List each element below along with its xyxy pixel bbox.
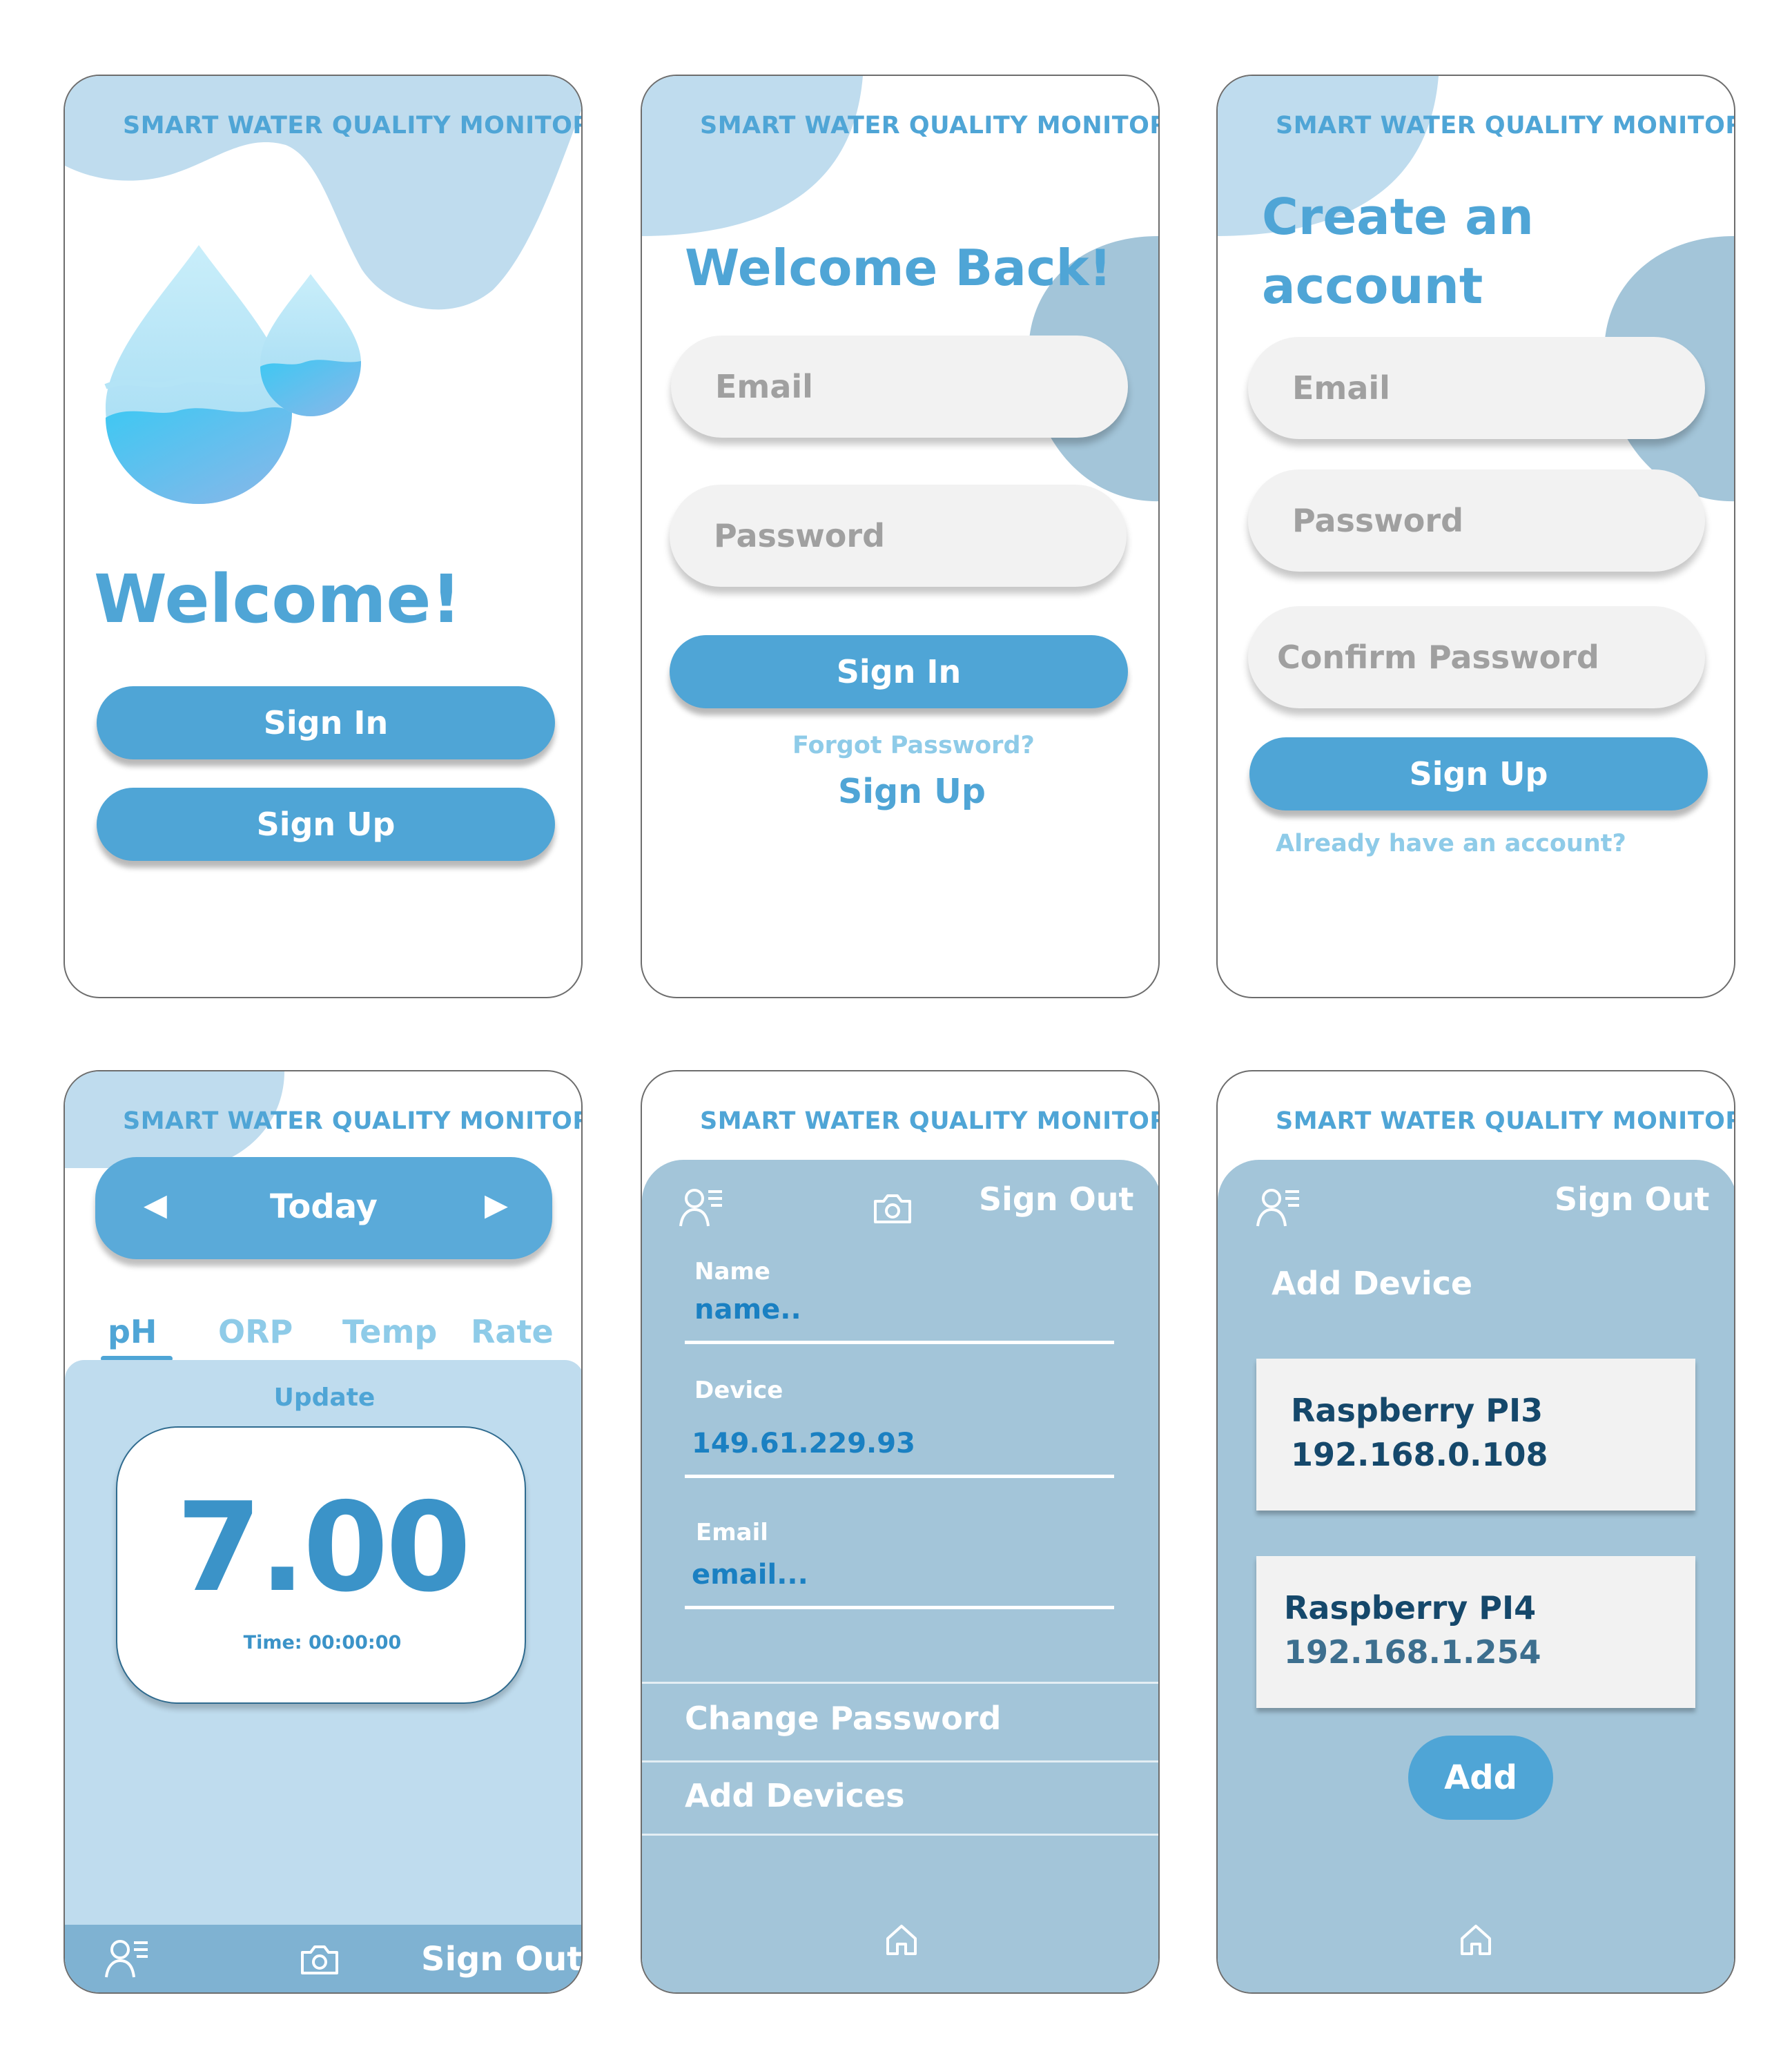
profile-panel: Sign Out Name name.. Device 149.61.229.9… <box>642 1160 1158 1992</box>
name-input[interactable]: name.. <box>694 1294 801 1325</box>
tab-orp[interactable]: ORP <box>218 1313 293 1350</box>
sign-out-button[interactable]: Sign Out <box>979 1181 1133 1218</box>
reading-panel: Update 7.00 Time: 00:00:00 <box>65 1360 581 1992</box>
menu-divider <box>642 1834 1158 1836</box>
bottom-bar: Sign Out <box>65 1925 581 1992</box>
date-selector: ◀ Today ▶ <box>95 1157 552 1259</box>
app-brand-title: SMART WATER QUALITY MONITOR <box>700 112 1160 139</box>
user-list-icon[interactable] <box>679 1186 725 1229</box>
device-ip: 192.168.0.108 <box>1291 1436 1548 1473</box>
app-brand-title: SMART WATER QUALITY MONITOR <box>700 1107 1160 1135</box>
user-list-icon[interactable] <box>105 1937 150 1980</box>
profile-screen: SMART WATER QUALITY MONITOR Sign Out Nam… <box>641 1070 1160 1994</box>
sign-in-button[interactable]: Sign In <box>97 686 555 759</box>
email-input[interactable] <box>1292 369 1705 407</box>
email-input[interactable]: email... <box>692 1559 808 1591</box>
name-label: Name <box>694 1258 770 1285</box>
welcome-screen: SMART WATER QUALITY MONITOR Welcome! Sig… <box>64 75 583 998</box>
devices-screen: SMART WATER QUALITY MONITOR Sign Out Add… <box>1216 1070 1735 1994</box>
app-brand-title: SMART WATER QUALITY MONITOR <box>123 1107 583 1135</box>
email-label: Email <box>696 1519 768 1546</box>
device-label: Device <box>694 1377 783 1404</box>
app-brand-title: SMART WATER QUALITY MONITOR <box>1276 112 1735 139</box>
tab-ph[interactable]: pH <box>108 1313 157 1350</box>
device-card[interactable]: Raspberry PI4 192.168.1.254 <box>1256 1556 1695 1708</box>
device-input[interactable]: 149.61.229.93 <box>692 1428 915 1459</box>
create-account-heading: Create an account <box>1262 182 1534 320</box>
device-name: Raspberry PI4 <box>1284 1589 1537 1626</box>
device-name: Raspberry PI3 <box>1291 1392 1543 1429</box>
ph-reading-value: 7.00 <box>176 1476 471 1619</box>
password-field[interactable] <box>670 485 1127 587</box>
add-devices-link[interactable]: Add Devices <box>685 1777 904 1814</box>
heading-line-2: account <box>1262 257 1483 315</box>
change-password-link[interactable]: Change Password <box>685 1700 1001 1737</box>
password-field[interactable] <box>1248 469 1705 572</box>
user-list-icon[interactable] <box>1256 1186 1302 1229</box>
heading-line-1: Create an <box>1262 188 1534 246</box>
update-button[interactable]: Update <box>65 1383 581 1412</box>
device-ip: 192.168.1.254 <box>1284 1633 1541 1671</box>
welcome-heading: Welcome! <box>94 561 462 638</box>
sign-out-button[interactable]: Sign Out <box>421 1940 581 1979</box>
sign-up-button[interactable]: Sign Up <box>97 788 555 861</box>
add-device-heading: Add Device <box>1272 1265 1473 1302</box>
tab-rate[interactable]: Rate <box>471 1313 554 1350</box>
camera-icon[interactable] <box>300 1943 340 1976</box>
reading-time: Time: 00:00:00 <box>243 1632 402 1653</box>
dashboard-screen: SMART WATER QUALITY MONITOR ◀ Today ▶ pH… <box>64 1070 583 1994</box>
app-brand-title: SMART WATER QUALITY MONITOR <box>1276 1107 1735 1135</box>
email-field[interactable] <box>671 336 1128 438</box>
confirm-password-input[interactable] <box>1277 639 1705 676</box>
reading-card: 7.00 Time: 00:00:00 <box>116 1426 526 1704</box>
devices-panel: Sign Out Add Device Raspberry PI3 192.16… <box>1218 1160 1734 1992</box>
welcome-back-heading: Welcome Back! <box>685 239 1112 297</box>
tab-temp[interactable]: Temp <box>342 1313 437 1350</box>
home-icon[interactable] <box>884 1922 919 1958</box>
already-have-account-link[interactable]: Already have an account? <box>1276 830 1626 857</box>
email-input[interactable] <box>715 368 1128 405</box>
name-underline <box>685 1341 1114 1344</box>
add-button[interactable]: Add <box>1408 1736 1553 1820</box>
sign-up-link[interactable]: Sign Up <box>838 772 986 811</box>
menu-divider <box>642 1682 1158 1684</box>
sign-in-button[interactable]: Sign In <box>670 635 1128 708</box>
device-underline <box>685 1475 1114 1478</box>
confirm-password-field[interactable] <box>1248 606 1705 708</box>
password-input[interactable] <box>1292 502 1705 539</box>
signin-screen: SMART WATER QUALITY MONITOR Welcome Back… <box>641 75 1160 998</box>
home-icon[interactable] <box>1458 1922 1494 1958</box>
device-card[interactable]: Raspberry PI3 192.168.0.108 <box>1256 1359 1695 1511</box>
forgot-password-link[interactable]: Forgot Password? <box>792 732 1035 759</box>
date-label: Today <box>270 1187 378 1226</box>
water-drops-icon <box>104 245 361 504</box>
password-input[interactable] <box>714 517 1127 554</box>
email-field[interactable] <box>1248 337 1705 439</box>
email-underline <box>685 1606 1114 1609</box>
next-day-icon[interactable]: ▶ <box>485 1187 508 1223</box>
sign-up-button[interactable]: Sign Up <box>1249 737 1708 810</box>
camera-icon[interactable] <box>873 1192 913 1225</box>
app-brand-title: SMART WATER QUALITY MONITOR <box>123 112 583 139</box>
menu-divider <box>642 1760 1158 1762</box>
signup-screen: SMART WATER QUALITY MONITOR Create an ac… <box>1216 75 1735 998</box>
sign-out-button[interactable]: Sign Out <box>1555 1181 1709 1218</box>
